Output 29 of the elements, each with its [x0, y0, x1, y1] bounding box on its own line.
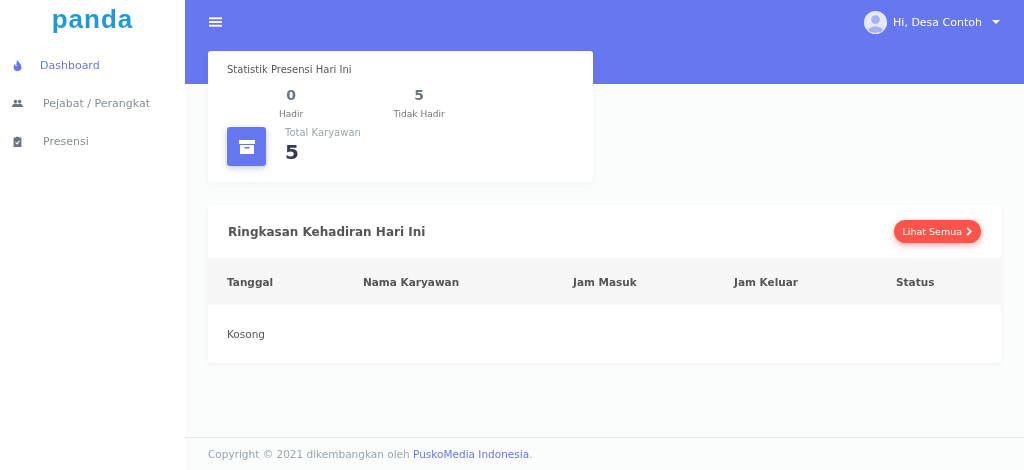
- stat-value: 5: [414, 87, 424, 103]
- caret-icon: [992, 20, 1000, 25]
- view-all-button[interactable]: Lihat Semua: [893, 220, 981, 243]
- archive-icon: [227, 127, 266, 166]
- menu-icon[interactable]: [209, 16, 222, 28]
- column-header: Status: [896, 275, 935, 288]
- clipboard-icon: [12, 135, 23, 147]
- copyright-text: Copyright © 2021 dikembangkan oleh PuskoMedia Indonesia.: [208, 448, 533, 460]
- column-header: Tanggal: [227, 275, 274, 288]
- user-menu[interactable]: Hi, Desa Contoh: [864, 11, 1000, 34]
- flame-icon: [12, 59, 23, 71]
- stat-value: 0: [286, 87, 296, 103]
- users-icon: [12, 97, 23, 109]
- column-header: Jam Masuk: [573, 275, 637, 288]
- total-label: Total Karyawan: [285, 127, 361, 138]
- stat-label: Tidak Hadir: [393, 109, 445, 119]
- sidebar-item[interactable]: Pejabat / Perangkat: [0, 84, 185, 122]
- column-header: Nama Karyawan: [363, 275, 460, 288]
- empty-message: Kosong: [227, 328, 265, 340]
- sidebar-item[interactable]: Dashboard: [0, 46, 185, 84]
- card-title: Statistik Presensi Hari Ini: [227, 64, 353, 75]
- logo: panda: [51, 3, 134, 36]
- stat-label: Hadir: [278, 109, 304, 119]
- card-title: Ringkasan Kehadiran Hari Ini: [228, 224, 426, 239]
- total-value: 5: [285, 140, 300, 164]
- sidebar-item[interactable]: Presensi: [0, 122, 185, 160]
- chevron-icon: [966, 227, 972, 236]
- column-header: Jam Keluar: [734, 275, 798, 288]
- avatar-icon: [864, 11, 888, 34]
